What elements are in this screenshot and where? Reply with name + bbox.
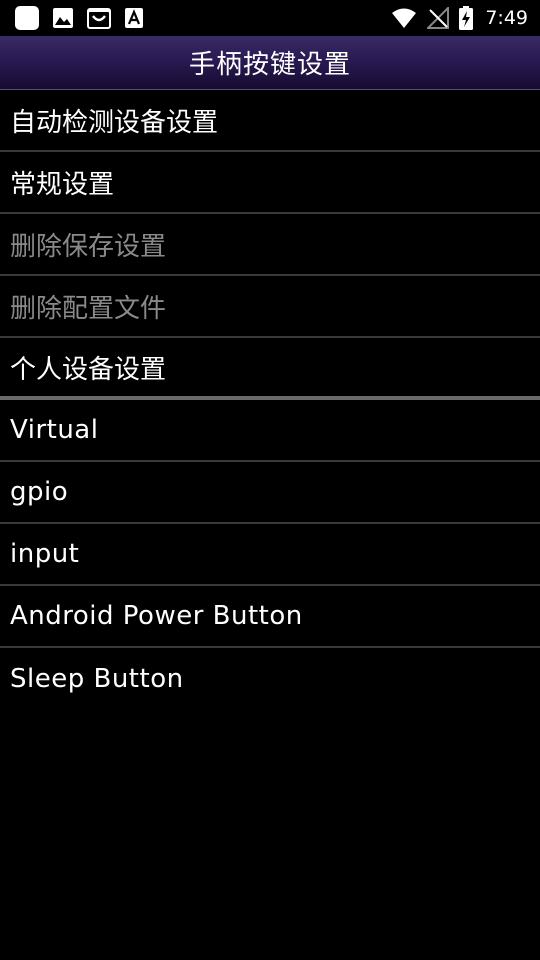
menu-item-label: 删除保存设置 (10, 231, 167, 262)
settings-list: 自动检测设备设置 常规设置 删除保存设置 删除配置文件 个人设备设置 Virtu… (0, 90, 540, 710)
device-item-gpio[interactable]: gpio (0, 462, 540, 524)
device-item-label: input (10, 539, 80, 569)
menu-item-delete-profile: 删除配置文件 (0, 276, 540, 338)
device-item-label: gpio (10, 477, 69, 507)
device-item-android-power-button[interactable]: Android Power Button (0, 586, 540, 648)
menu-item-label: 常规设置 (10, 169, 115, 200)
device-item-label: Virtual (10, 415, 99, 445)
square-notification-icon (15, 6, 39, 30)
menu-item-personal-device-settings[interactable]: 个人设备设置 (0, 338, 540, 400)
menu-item-label: 删除配置文件 (10, 293, 167, 324)
notification-icons (14, 5, 144, 31)
no-signal-icon (427, 7, 450, 29)
menu-item-delete-saved-settings: 删除保存设置 (0, 214, 540, 276)
wifi-icon (392, 8, 417, 28)
title-bar: 手柄按键设置 (0, 36, 540, 90)
device-item-input[interactable]: input (0, 524, 540, 586)
shopping-bag-icon (87, 8, 111, 29)
menu-item-general-settings[interactable]: 常规设置 (0, 152, 540, 214)
font-a-icon (125, 8, 143, 28)
status-bar: 7:49 (0, 0, 540, 36)
device-item-sleep-button[interactable]: Sleep Button (0, 648, 540, 710)
page-title: 手柄按键设置 (188, 50, 351, 80)
menu-item-label: 自动检测设备设置 (10, 107, 219, 138)
menu-item-auto-detect[interactable]: 自动检测设备设置 (0, 90, 540, 152)
system-icons: 7:49 (391, 4, 528, 32)
device-item-label: Sleep Button (10, 664, 184, 694)
clock: 7:49 (485, 7, 528, 29)
device-item-label: Android Power Button (10, 601, 303, 631)
battery-charging-icon (459, 6, 474, 30)
menu-item-label: 个人设备设置 (10, 354, 167, 385)
device-item-virtual[interactable]: Virtual (0, 400, 540, 462)
image-icon (53, 8, 73, 28)
